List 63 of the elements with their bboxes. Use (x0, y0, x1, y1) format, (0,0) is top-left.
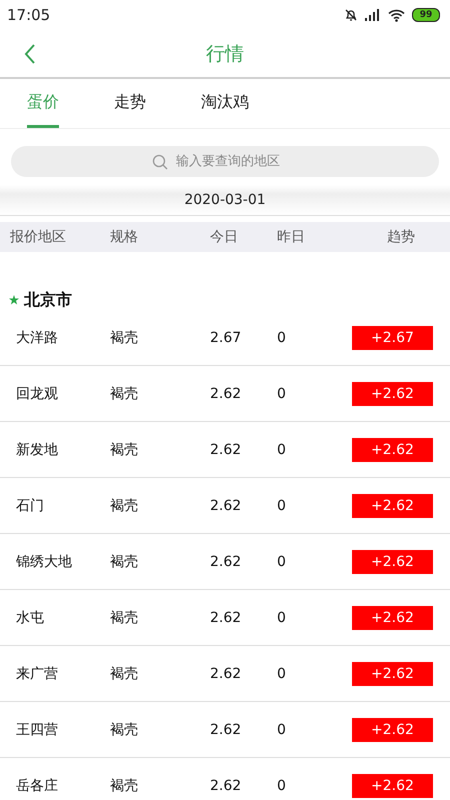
table-cell-text: 2.62 (210, 442, 242, 458)
table-cell-text: 0 (277, 330, 287, 346)
status-time: 17:05 (7, 6, 50, 24)
table-cell-text: 2.62 (210, 554, 242, 570)
table-cell-text: 大洋路 (16, 328, 59, 346)
table-cell-text: 石门 (16, 496, 45, 514)
table-cell-text: 2.67 (210, 330, 242, 346)
page-title: 行情 (206, 42, 244, 66)
trend-tag: +2.62 (352, 662, 433, 686)
trend-tag: +2.62 (352, 382, 433, 406)
tab[interactable]: 淘汰鸡 (201, 79, 249, 128)
signal-icon (365, 9, 381, 21)
date-label: 2020-03-01 (184, 192, 266, 208)
table-cell-text: 褐壳 (110, 496, 139, 514)
column-header: 今日 (210, 228, 239, 246)
table-cell-text: 2.62 (210, 386, 242, 402)
column-header: 昨日 (277, 228, 306, 246)
table-cell-text: 2.62 (210, 666, 242, 682)
table-cell-text: 褐壳 (110, 440, 139, 458)
table-cell-text: 0 (277, 442, 287, 458)
table-cell-text: 0 (277, 386, 287, 402)
table-cell-text: 褐壳 (110, 608, 139, 626)
table-cell-text: 2.62 (210, 498, 242, 514)
battery-level: 99 (412, 8, 440, 22)
tab[interactable]: 走势 (114, 79, 146, 128)
table-cell-text: 0 (277, 778, 287, 794)
table-cell-text: 锦绣大地 (16, 552, 73, 570)
table-cell-text: 褐壳 (110, 664, 139, 682)
trend-tag: +2.62 (352, 438, 433, 462)
trend-tag: +2.62 (352, 606, 433, 630)
trend-tag: +2.62 (352, 774, 433, 798)
star-icon (9, 295, 19, 305)
trend-tag: +2.62 (352, 718, 433, 742)
table-cell-text: 褐壳 (110, 720, 139, 738)
table-cell-text: 王四营 (16, 720, 59, 738)
search-field[interactable]: 输入要查询的地区 (174, 153, 298, 170)
trend-tag: +2.67 (352, 326, 433, 350)
table-cell-text: 褐壳 (110, 552, 139, 570)
muted-bell-icon (344, 8, 358, 22)
table-cell-text: 2.62 (210, 778, 242, 794)
table-cell-text: 褐壳 (110, 384, 139, 402)
table-cell-text: 回龙观 (16, 384, 59, 402)
table-cell-text: 0 (277, 610, 287, 626)
table-cell-text: 水屯 (16, 608, 45, 626)
table-cell-text: 褐壳 (110, 328, 139, 346)
column-header: 趋势 (386, 228, 416, 246)
table-cell-text: 0 (277, 554, 287, 570)
section-title: 北京市 (24, 290, 72, 310)
trend-tag: +2.62 (352, 494, 433, 518)
column-header: 报价地区 (10, 228, 67, 246)
wifi-icon (388, 8, 405, 22)
table-cell-text: 0 (277, 722, 287, 738)
table-cell-text: 岳各庄 (16, 776, 59, 794)
column-header: 规格 (110, 228, 139, 246)
table-cell-text: 来广营 (16, 664, 59, 682)
table-cell-text: 2.62 (210, 610, 242, 626)
table-cell-text: 2.62 (210, 722, 242, 738)
search-icon (152, 154, 168, 170)
trend-tag: +2.62 (352, 550, 433, 574)
table-cell-text: 0 (277, 498, 287, 514)
table-cell-text: 0 (277, 666, 287, 682)
table-cell-text: 褐壳 (110, 776, 139, 794)
table-cell-text: 新发地 (16, 440, 59, 458)
